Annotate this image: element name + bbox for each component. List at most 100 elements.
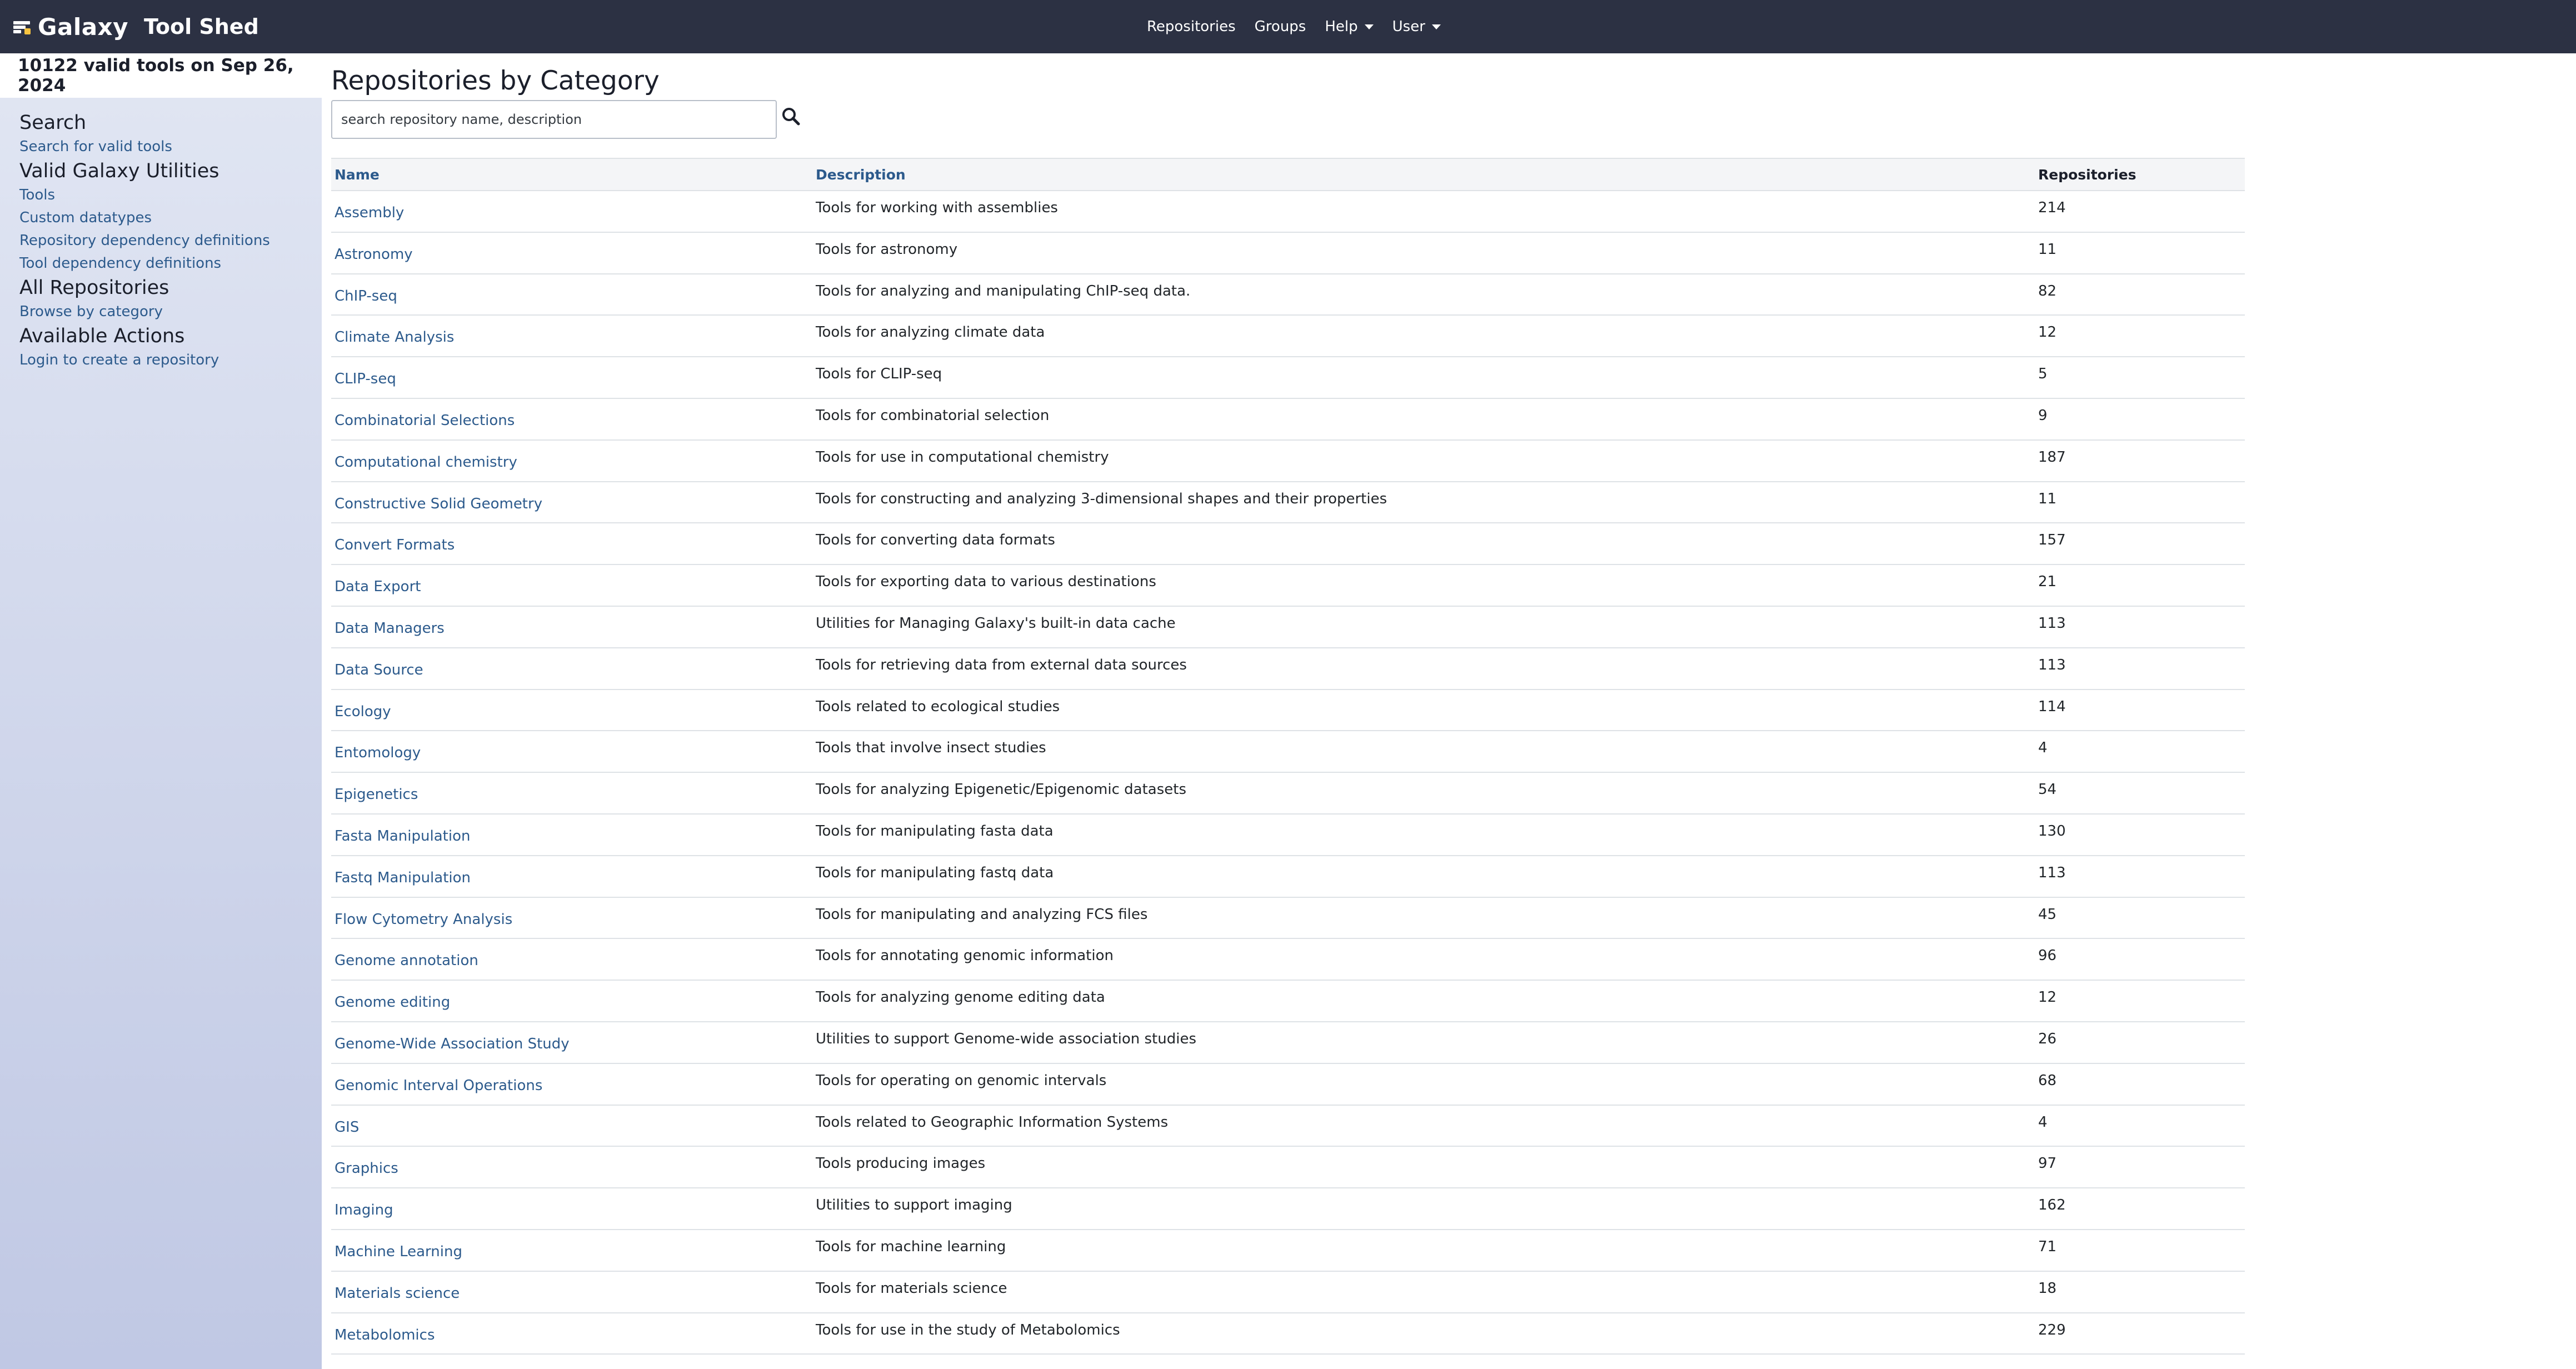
table-row: Entomology Tools that involve insect stud… [331, 731, 2245, 773]
category-link[interactable]: CLIP-seq [335, 371, 396, 387]
column-header-name[interactable]: Name [335, 167, 380, 183]
category-link[interactable]: Astronomy [335, 246, 413, 263]
table-row: Flow Cytometry Analysis Tools for manipul… [331, 898, 2245, 940]
category-description: Tools for manipulating fastq data [816, 864, 1054, 881]
category-description: Tools for analyzing Epigenetic/Epigenomi… [816, 781, 1186, 798]
page-title: Repositories by Category [331, 66, 660, 96]
link-tools[interactable]: Tools [19, 184, 322, 207]
category-link[interactable]: Flow Cytometry Analysis [335, 911, 512, 928]
category-description: Tools for constructing and analyzing 3-d… [816, 490, 1387, 507]
table-row: Genome editing Tools for analyzing genome… [331, 981, 2245, 1022]
category-link[interactable]: Metabolomics [335, 1327, 435, 1343]
category-link[interactable]: Imaging [335, 1202, 393, 1218]
brand-link[interactable]: Galaxy Tool Shed [13, 0, 259, 53]
category-link[interactable]: Genome annotation [335, 952, 478, 969]
link-custom-datatypes[interactable]: Custom datatypes [19, 207, 322, 229]
nav-repositories[interactable]: Repositories [1147, 18, 1236, 35]
section-available-actions-title: Available Actions [19, 325, 185, 347]
category-description: Tools for machine learning [816, 1238, 1006, 1255]
table-row: Astronomy Tools for astronomy 11 [331, 233, 2245, 274]
category-link[interactable]: Materials science [335, 1285, 460, 1302]
section-valid-utilities-title: Valid Galaxy Utilities [19, 160, 219, 182]
nav-user-dropdown[interactable]: User [1392, 18, 1441, 35]
category-description: Tools for use in the study of Metabolomi… [816, 1321, 1120, 1338]
category-description: Tools for converting data formats [816, 532, 1055, 549]
search-input[interactable] [331, 100, 777, 139]
table-row: Metabolomics Tools for use in the study o… [331, 1313, 2245, 1355]
repository-count: 157 [2038, 532, 2066, 549]
repository-count: 82 [2038, 282, 2057, 299]
nav-user-label: User [1392, 18, 1425, 35]
brand-name: Galaxy [38, 13, 129, 41]
category-link[interactable]: Machine Learning [335, 1243, 462, 1260]
table-body: Assembly Tools for working with assemblie… [331, 191, 2245, 1355]
category-link[interactable]: Convert Formats [335, 537, 455, 553]
search-bar [331, 100, 2243, 142]
category-description: Tools for analyzing genome editing data [816, 989, 1105, 1006]
column-header-description[interactable]: Description [816, 167, 906, 183]
category-description: Utilities to support Genome-wide associa… [816, 1030, 1197, 1047]
link-browse-by-category[interactable]: Browse by category [19, 301, 322, 323]
category-description: Tools for analyzing climate data [816, 324, 1045, 341]
repository-count: 45 [2038, 906, 2057, 923]
repository-count: 4 [2038, 740, 2048, 757]
table-row: Genome annotation Tools for annotating ge… [331, 939, 2245, 981]
category-link[interactable]: Data Export [335, 578, 421, 595]
table-row: Machine Learning Tools for machine learni… [331, 1230, 2245, 1272]
table-row: Convert Formats Tools for converting data… [331, 523, 2245, 566]
nav-groups[interactable]: Groups [1255, 18, 1306, 35]
category-link[interactable]: Genome editing [335, 994, 450, 1011]
repository-count: 54 [2038, 781, 2057, 798]
table-row: Climate Analysis Tools for analyzing clim… [331, 316, 2245, 358]
main-content: Repositories by Category Name Descriptio… [331, 53, 2245, 1355]
category-link[interactable]: Combinatorial Selections [335, 412, 515, 429]
category-link[interactable]: Data Source [335, 662, 423, 678]
table-row: Constructive Solid Geometry Tools for con… [331, 482, 2245, 524]
table-row: Data Source Tools for retrieving data fro… [331, 648, 2245, 690]
repository-count: 229 [2038, 1321, 2066, 1338]
link-search-valid-tools[interactable]: Search for valid tools [19, 136, 322, 158]
tool-count-header: 10122 valid tools on Sep 26, 2024 [0, 53, 322, 98]
repository-count: 9 [2038, 407, 2048, 424]
category-link[interactable]: Epigenetics [335, 786, 418, 803]
repository-count: 5 [2038, 366, 2048, 383]
link-tool-dependency-definitions[interactable]: Tool dependency definitions [19, 252, 322, 275]
table-row: Genome-Wide Association Study Utilities t… [331, 1022, 2245, 1064]
table-row: Epigenetics Tools for analyzing Epigeneti… [331, 773, 2245, 815]
category-description: Tools for CLIP-seq [816, 366, 942, 383]
category-link[interactable]: Constructive Solid Geometry [335, 496, 542, 512]
category-description: Tools for working with assemblies [816, 199, 1058, 216]
link-repository-dependency-definitions[interactable]: Repository dependency definitions [19, 229, 322, 252]
category-link[interactable]: Ecology [335, 703, 391, 720]
category-link[interactable]: Computational chemistry [335, 454, 517, 471]
category-description: Tools for retrieving data from external … [816, 656, 1187, 673]
top-nav: Repositories Groups Help User [1147, 0, 1460, 53]
category-link[interactable]: Climate Analysis [335, 329, 454, 346]
category-link[interactable]: Assembly [335, 204, 404, 221]
category-link[interactable]: Genome-Wide Association Study [335, 1036, 570, 1052]
category-link[interactable]: ChIP-seq [335, 288, 397, 304]
repository-count: 21 [2038, 573, 2057, 591]
category-description: Tools related to ecological studies [816, 698, 1060, 715]
category-description: Tools producing images [816, 1155, 986, 1172]
repository-count: 113 [2038, 864, 2066, 881]
table-row: Combinatorial Selections Tools for combin… [331, 399, 2245, 441]
sidebar-menu: Search Search for valid tools Valid Gala… [0, 98, 322, 372]
repository-count: 114 [2038, 698, 2066, 715]
category-link[interactable]: Fasta Manipulation [335, 828, 470, 845]
category-description: Tools for annotating genomic information [816, 947, 1114, 965]
nav-help-dropdown[interactable]: Help [1325, 18, 1374, 35]
repository-count: 113 [2038, 614, 2066, 632]
category-link[interactable]: GIS [335, 1119, 359, 1136]
category-link[interactable]: Entomology [335, 745, 421, 761]
category-description: Tools related to Geographic Information … [816, 1113, 1169, 1131]
category-link[interactable]: Genomic Interval Operations [335, 1077, 542, 1094]
table-row: Data Export Tools for exporting data to v… [331, 565, 2245, 607]
category-link[interactable]: Fastq Manipulation [335, 870, 471, 886]
repository-count: 71 [2038, 1238, 2057, 1255]
link-login-create-repository[interactable]: Login to create a repository [19, 349, 322, 372]
category-link[interactable]: Data Managers [335, 620, 445, 637]
category-description: Tools for astronomy [816, 241, 958, 258]
search-icon[interactable] [780, 106, 802, 128]
category-link[interactable]: Graphics [335, 1160, 398, 1177]
